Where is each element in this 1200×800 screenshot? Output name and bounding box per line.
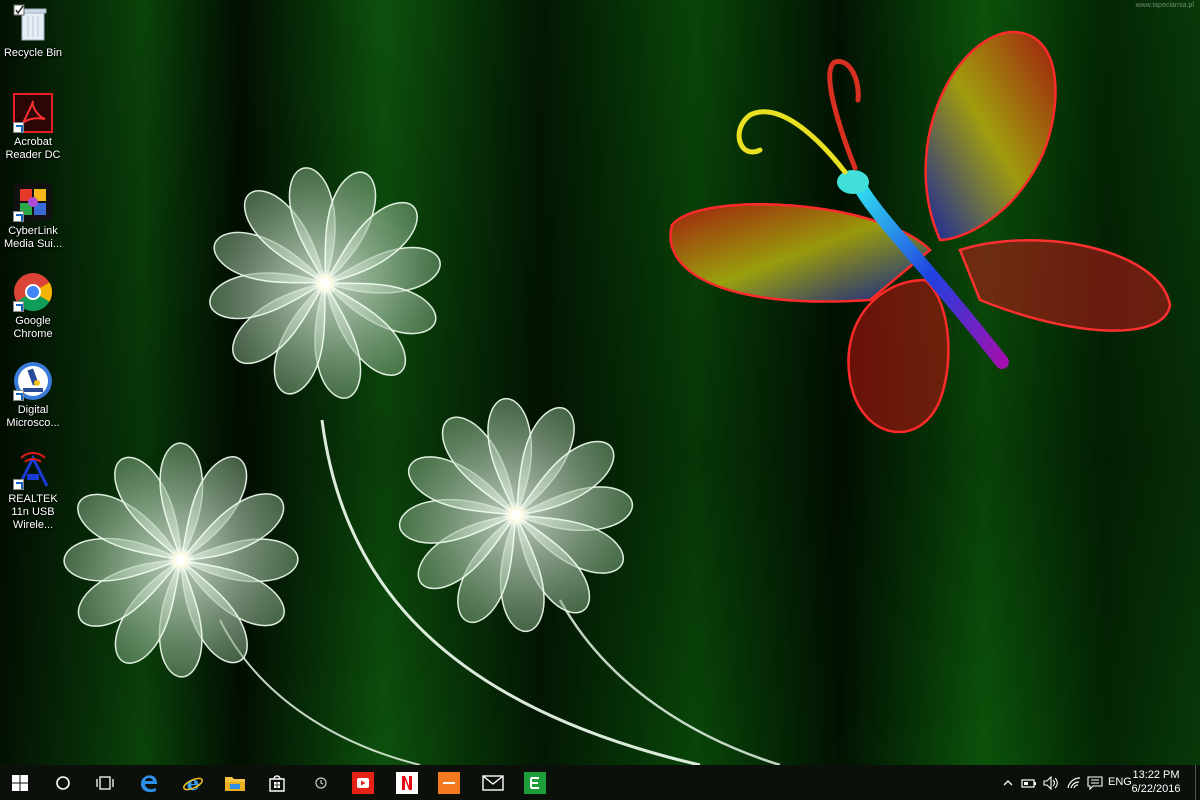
desktop-icon-realtek[interactable]: REALTEK 11n USB Wirele...: [3, 450, 63, 532]
message-icon: [1087, 775, 1103, 790]
internet-explorer-icon: e: [183, 772, 203, 794]
taskbar-mail[interactable]: [474, 765, 512, 800]
recycle-bin-icon: [13, 4, 53, 44]
svg-text:e: e: [187, 772, 200, 794]
file-explorer-icon: [225, 776, 245, 791]
desktop-icon-label: Recycle Bin: [3, 47, 63, 59]
desktop-icon-acrobat[interactable]: Acrobat Reader DC: [3, 93, 63, 162]
mail-icon: [482, 774, 504, 791]
chrome-icon: [13, 272, 53, 312]
cortana-icon: [56, 775, 70, 790]
clock-app-icon: [315, 776, 327, 789]
desktop-icon-label: CyberLink Media Sui...: [3, 225, 63, 250]
taskbar-netflix[interactable]: [388, 765, 426, 800]
edge-icon: [141, 774, 157, 792]
taskbar-clock-app[interactable]: [302, 765, 340, 800]
desktop-icon-label: Google Chrome: [13, 315, 53, 340]
acrobat-icon: [13, 93, 53, 133]
action-center-button[interactable]: [1086, 765, 1104, 800]
volume-control[interactable]: [1042, 765, 1060, 800]
cyberlink-icon: [13, 182, 53, 222]
cortana-button[interactable]: [44, 765, 82, 800]
taskbar-youtube[interactable]: [344, 765, 382, 800]
start-button[interactable]: [0, 765, 40, 800]
desktop-icon-label: Acrobat Reader DC: [5, 136, 61, 161]
taskbar-orange-app[interactable]: [430, 765, 468, 800]
show-hidden-icons-button[interactable]: [1000, 765, 1016, 800]
wallpaper-watermark: www.tapeciarnia.pl: [1135, 2, 1194, 9]
clock-time: 13:22 PM: [1132, 769, 1180, 781]
taskbar-internet-explorer[interactable]: e: [174, 765, 212, 800]
windows-logo-icon: [12, 774, 28, 791]
taskbar: e ENG 13:22 PM 6/22/2016: [0, 765, 1200, 800]
chevron-up-icon: [1003, 779, 1013, 785]
microscope-icon: [13, 361, 53, 401]
clock-date: 6/22/2016: [1131, 783, 1181, 795]
desktop-icon-cyberlink[interactable]: CyberLink Media Sui...: [3, 182, 63, 251]
taskbar-file-explorer[interactable]: [216, 765, 254, 800]
desktop-icon-recycle-bin[interactable]: Recycle Bin: [3, 4, 63, 60]
store-icon: [269, 774, 285, 792]
task-view-icon: [96, 775, 114, 790]
taskbar-store[interactable]: [258, 765, 296, 800]
netflix-icon: [396, 771, 418, 794]
network-indicator[interactable]: [1064, 765, 1084, 800]
desktop-wallpaper: [0, 0, 1200, 765]
green-app-icon: [524, 771, 546, 794]
volume-icon: [1043, 775, 1058, 790]
realtek-icon: [13, 450, 53, 490]
desktop-icon-digital-microscope[interactable]: Digital Microsco...: [3, 361, 63, 430]
taskbar-edge[interactable]: [130, 765, 168, 800]
task-view-button[interactable]: [86, 765, 124, 800]
youtube-icon: [352, 771, 374, 794]
desktop-icon-label: REALTEK 11n USB Wirele...: [8, 493, 58, 531]
show-desktop-button[interactable]: [1195, 765, 1200, 800]
battery-icon: [1021, 778, 1036, 788]
orange-app-icon: [438, 771, 460, 794]
wifi-icon: [1067, 776, 1081, 788]
system-clock[interactable]: 13:22 PM 6/22/2016: [1128, 768, 1184, 796]
battery-indicator[interactable]: [1020, 765, 1038, 800]
desktop-icon-label: Digital Microsco...: [6, 404, 60, 429]
desktop-icon-chrome[interactable]: Google Chrome: [3, 272, 63, 341]
taskbar-green-app[interactable]: [516, 765, 554, 800]
